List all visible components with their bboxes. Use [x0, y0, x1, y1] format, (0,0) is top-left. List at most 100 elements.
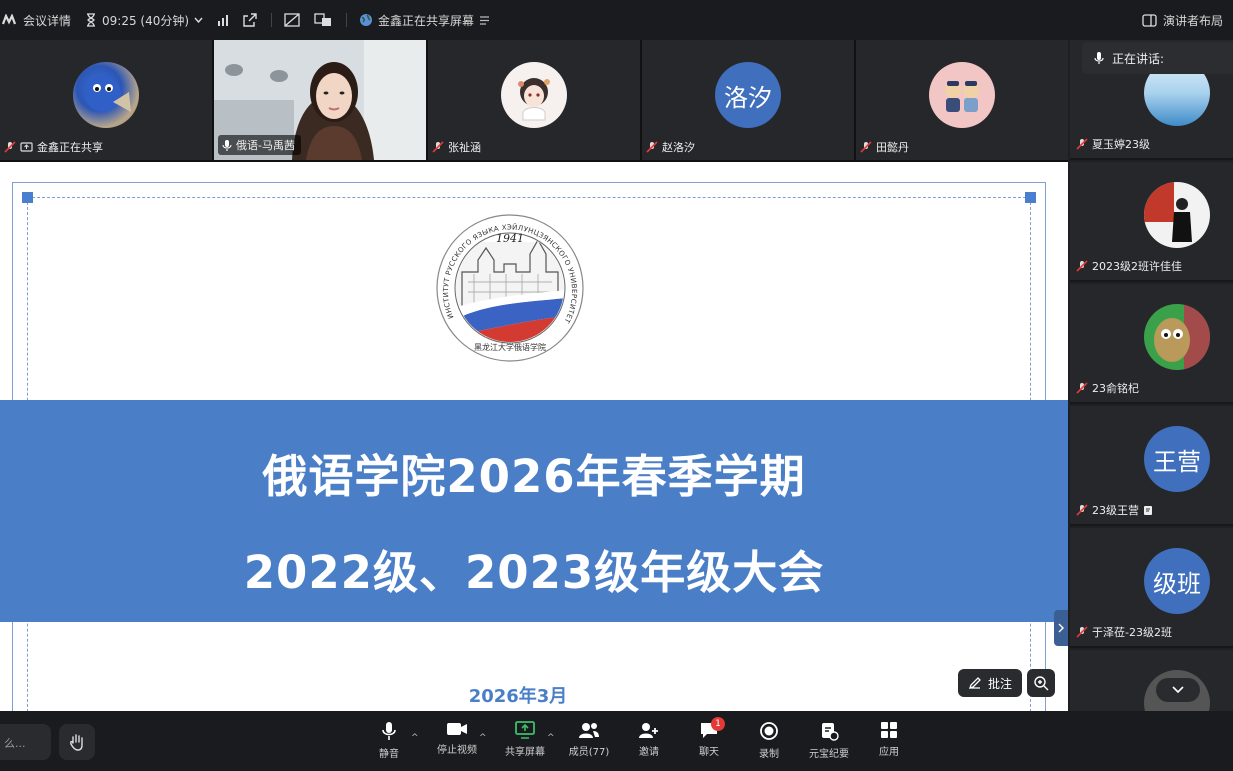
top-bar: 会议详情 09:25 (40分钟) 金鑫正在共享屏幕 演讲者布局 [0, 0, 1233, 40]
signal-button[interactable] [217, 14, 229, 26]
raise-hand-button[interactable] [59, 724, 95, 760]
tile-label: 于泽莅-23级2班 [1076, 624, 1172, 640]
avatar [929, 62, 995, 128]
members-button[interactable]: 成员(77) [561, 721, 617, 758]
topbar-divider [346, 13, 348, 27]
mic-muted-icon [646, 141, 658, 153]
tile-label: 2023级2班许佳佳 [1076, 258, 1182, 274]
tencent-meeting-logo-icon [2, 14, 18, 26]
ai-notes-icon [819, 721, 839, 741]
chat-button[interactable]: 1 聊天 [681, 717, 737, 758]
apps-grid-icon [880, 721, 898, 739]
participant-name: 2023级2班许佳佳 [1092, 260, 1182, 273]
speaking-label: 正在讲话: [1112, 51, 1165, 66]
video-tile-row: 金鑫正在共享 俄语-马禹茜 张祉涵 洛汐 赵洛汐 田懿丹 [0, 40, 1068, 162]
participant-name: 金鑫正在共享 [37, 141, 103, 154]
mic-muted-icon [1076, 382, 1088, 394]
participant-name: 夏玉婷23级 [1092, 138, 1150, 151]
chevron-down-icon [194, 17, 203, 23]
record-icon [759, 721, 779, 741]
avatar [501, 62, 567, 128]
mic-muted-icon [860, 141, 872, 153]
layout-icon [1142, 13, 1157, 27]
video-tile-participant[interactable]: 张祉涵 [428, 40, 640, 160]
note-edit-icon [1143, 505, 1154, 516]
avatar-initials: 王营 [1153, 447, 1201, 476]
quick-chat-input[interactable]: 么... [0, 724, 51, 760]
video-tile-participant[interactable]: 田懿丹 [856, 40, 1068, 160]
mic-icon [382, 721, 396, 741]
translate-button[interactable] [314, 13, 332, 27]
chat-label: 聊天 [699, 747, 719, 758]
share-screen-icon [514, 721, 536, 739]
participant-sidebar: 正在讲话: 夏玉婷23级 2023级2班许佳佳 23俞铭杞 王营 23级王营 级… [1070, 40, 1233, 711]
layout-switch[interactable]: 演讲者布局 [1142, 12, 1233, 29]
tile-label: 金鑫正在共享 [4, 139, 103, 155]
translate-icon [314, 13, 332, 27]
share-options-caret[interactable]: ^ [547, 733, 555, 743]
meeting-details[interactable]: 会议详情 [2, 12, 71, 29]
slide-date: 2026年3月 [468, 686, 568, 707]
sharing-status[interactable]: 金鑫正在共享屏幕 [359, 12, 490, 29]
image-off-icon [284, 13, 300, 27]
participant-name: 俄语-马禹茜 [236, 139, 295, 152]
apps-label: 应用 [879, 747, 899, 758]
mic-muted-icon [4, 141, 16, 153]
sidebar-participant[interactable]: 23俞铭杞 [1070, 284, 1233, 404]
invite-button[interactable]: 邀请 [621, 721, 677, 758]
tile-label: 23俞铭杞 [1076, 380, 1139, 396]
avatar [1144, 182, 1210, 248]
logo-bottom-text: 黑龙江大学俄语学院 [474, 342, 546, 352]
mic-muted-icon [1076, 626, 1088, 638]
annotate-button[interactable]: 批注 [958, 669, 1023, 697]
participant-name: 田懿丹 [876, 141, 909, 154]
avatar-initials: 级班 [1153, 569, 1201, 598]
mic-muted-icon [432, 141, 444, 153]
tile-label: 俄语-马禹茜 [218, 135, 301, 155]
mute-options-caret[interactable]: ^ [411, 733, 419, 743]
avatar: 级班 [1144, 548, 1210, 614]
shared-screen: 1941 ИНСТИТУТ РУССКОГО ЯЗЫКА ХЭЙЛУНЦЗЯНС… [0, 162, 1068, 711]
zoom-in-icon [1033, 675, 1049, 691]
avatar: 王营 [1144, 426, 1210, 492]
tile-label: 赵洛汐 [646, 139, 695, 155]
mic-muted-icon [1076, 504, 1088, 516]
title-banner: 俄语学院2026年春季学期 2022级、2023级年级大会 [0, 400, 1068, 622]
video-tile-speaker[interactable]: 俄语-马禹茜 [214, 40, 426, 160]
tile-label: 张祉涵 [432, 139, 481, 155]
meeting-details-label: 会议详情 [23, 13, 72, 28]
stop-video-button[interactable]: 停止视频 [429, 721, 485, 756]
participant-name: 张祉涵 [448, 141, 481, 154]
annotate-label: 批注 [988, 676, 1013, 691]
screen-share-icon [20, 141, 33, 153]
scroll-down-button[interactable] [1156, 678, 1200, 702]
menu-lines-icon [479, 15, 490, 25]
meeting-duration[interactable]: 09:25 (40分钟) [85, 12, 203, 29]
no-photo-button[interactable] [284, 13, 300, 27]
avatar: 洛汐 [715, 62, 781, 128]
video-tile-sharer[interactable]: 金鑫正在共享 [0, 40, 212, 160]
avatar [73, 62, 139, 128]
record-button[interactable]: 录制 [741, 721, 797, 760]
sidebar-participant[interactable]: 2023级2班许佳佳 [1070, 162, 1233, 282]
invite-label: 邀请 [639, 747, 659, 758]
video-tile-participant[interactable]: 洛汐 赵洛汐 [642, 40, 854, 160]
layout-label: 演讲者布局 [1162, 13, 1223, 28]
chevron-down-icon [1172, 686, 1184, 694]
collapse-sidebar-button[interactable] [1054, 610, 1068, 646]
mute-button[interactable]: 静音 [361, 721, 417, 760]
apps-button[interactable]: 应用 [861, 721, 917, 758]
sidebar-participant[interactable] [1070, 650, 1233, 711]
sidebar-participant[interactable]: 王营 23级王营 [1070, 406, 1233, 526]
mic-muted-icon [1076, 138, 1088, 150]
raise-hand-icon [67, 732, 87, 752]
popout-button[interactable] [243, 13, 257, 27]
zoom-button[interactable] [1027, 669, 1055, 697]
yuanbao-summary-button[interactable]: 元宝纪要 [801, 721, 857, 760]
video-options-caret[interactable]: ^ [479, 733, 487, 743]
share-screen-button[interactable]: 共享屏幕 [497, 721, 553, 758]
chat-input-placeholder: 么... [4, 737, 26, 750]
sidebar-participant[interactable]: 级班 于泽莅-23级2班 [1070, 528, 1233, 648]
sharing-status-label: 金鑫正在共享屏幕 [378, 13, 475, 28]
resize-handle [1025, 192, 1036, 203]
